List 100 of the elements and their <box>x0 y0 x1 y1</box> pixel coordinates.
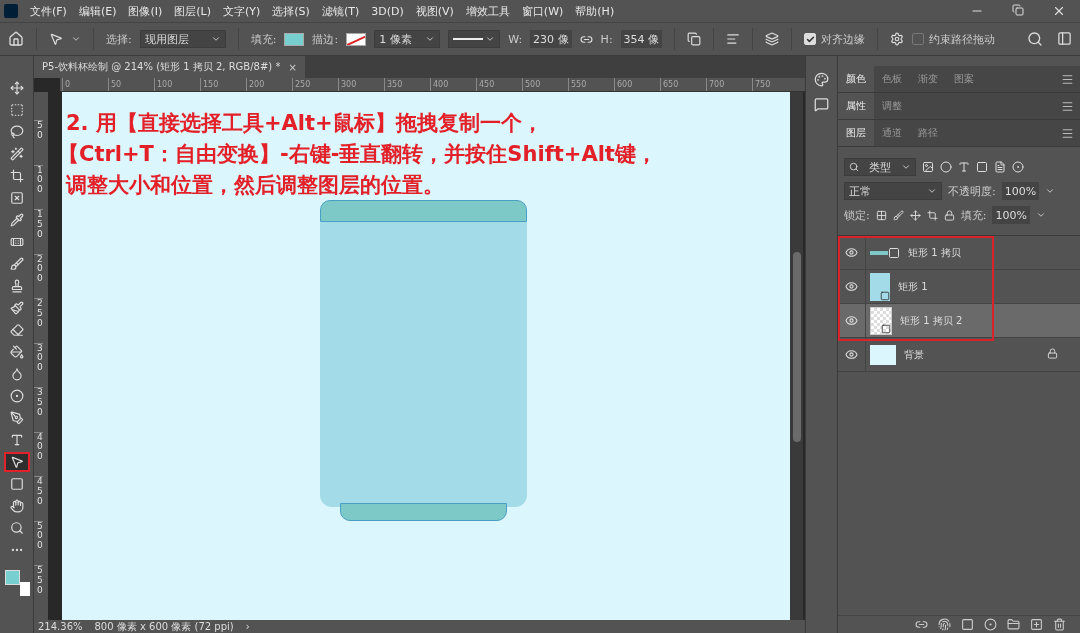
zoom-level: 214.36% <box>38 621 83 632</box>
menu-item[interactable]: 文件(F) <box>30 3 67 19</box>
opacity-field[interactable]: 100% <box>1001 182 1040 200</box>
layer-row[interactable]: 矩形 1 <box>838 270 1080 304</box>
line-style-dropdown[interactable] <box>448 30 501 48</box>
opacity-label: 不透明度: <box>948 183 996 199</box>
path-operations-icon <box>687 32 702 46</box>
caret-icon <box>210 34 221 44</box>
eyedropper-tool-icon <box>9 213 24 227</box>
width-field[interactable]: 230 像 <box>530 30 572 48</box>
align-edges-checkbox[interactable] <box>804 33 817 45</box>
scrollbar-thumb[interactable] <box>792 252 801 442</box>
panel-tab[interactable]: 颜色 <box>838 66 874 92</box>
layer-thumbnail <box>870 306 892 335</box>
stroke-width-dropdown[interactable]: 1 像素 <box>374 30 441 48</box>
layer-row[interactable]: 背景 <box>838 338 1080 372</box>
layer-filter-dropdown[interactable]: 类型 <box>844 158 916 176</box>
horizontal-ruler: 0 50 100 150 200 250 300 350 400 450 500 550 600 650 700 750 <box>60 78 805 92</box>
panel-tab[interactable]: 图案 <box>946 66 982 92</box>
caret-icon <box>485 34 496 44</box>
menu-item[interactable]: 图像(I) <box>128 3 163 19</box>
line-sample <box>453 38 484 40</box>
status-arrow[interactable]: › <box>245 621 250 632</box>
background-color-swatch[interactable] <box>19 582 30 596</box>
frame-tool-icon <box>9 191 24 205</box>
adjustment-filter-icon <box>940 161 952 173</box>
home-icon <box>8 31 24 47</box>
caret-icon <box>1035 210 1046 220</box>
select-label: 选择: <box>106 31 132 47</box>
bucket-tool-icon <box>9 345 24 359</box>
brush-tool-icon <box>9 257 24 271</box>
constrain-path-checkbox[interactable] <box>912 33 925 45</box>
workspace-icon <box>1057 31 1072 46</box>
link-icon <box>915 618 928 631</box>
panel-tab[interactable]: 属性 <box>838 93 874 119</box>
type-tool-icon <box>9 433 24 447</box>
menu-item[interactable]: 选择(S) <box>272 3 310 19</box>
lock-artboard-icon <box>926 209 938 221</box>
panel-tab[interactable]: 渐变 <box>910 66 946 92</box>
panel-tab[interactable]: 图层 <box>838 120 874 146</box>
quick-select-tool-icon <box>9 147 24 161</box>
constrain-path-label: 约束路径拖动 <box>929 31 996 47</box>
menu-item[interactable]: 图层(L) <box>174 3 211 19</box>
height-field[interactable]: 354 像 <box>620 30 663 48</box>
zoom-tool-icon <box>9 521 24 535</box>
eye-icon <box>845 280 858 293</box>
lock-icon <box>1047 347 1058 359</box>
pointer-icon <box>49 32 63 46</box>
document-tab[interactable]: P5-饮料杯绘制 @ 214% (矩形 1 拷贝 2, RGB/8#) * × <box>34 56 305 78</box>
layer-row[interactable]: 矩形 1 拷贝 2 <box>838 304 1080 338</box>
panel-menu-icon <box>1061 72 1074 86</box>
panel-menu-icon <box>1061 99 1074 113</box>
blend-mode-dropdown[interactable]: 正常 <box>844 182 942 200</box>
layer-name: 矩形 1 拷贝 2 <box>900 313 963 328</box>
layer-name: 矩形 1 拷贝 <box>908 245 961 260</box>
layer-thumbnail <box>870 246 900 259</box>
fill-swatch[interactable] <box>284 32 305 46</box>
select-dropdown[interactable]: 现用图层 <box>139 30 226 48</box>
folder-icon <box>1007 618 1020 631</box>
adjustment-icon <box>984 618 997 631</box>
fill-label: 填充: <box>250 31 277 47</box>
panel-tab[interactable]: 路径 <box>910 120 946 146</box>
lasso-tool-icon <box>9 125 24 139</box>
layer-name: 矩形 1 <box>898 279 928 294</box>
palette-icon <box>814 72 829 87</box>
search-icon <box>1027 31 1043 47</box>
fill-opacity-field[interactable]: 100% <box>992 206 1030 224</box>
vertical-ruler: 50 100 150 200 250 300 350 400 450 500 550 <box>34 92 48 620</box>
menu-item[interactable]: 滤镜(T) <box>321 3 360 19</box>
layer-thumbnail <box>870 272 890 301</box>
menu-item[interactable]: 文字(Y) <box>223 3 261 19</box>
eye-icon <box>845 348 858 361</box>
foreground-color-swatch[interactable] <box>4 570 20 585</box>
panel-tab[interactable]: 通道 <box>874 120 910 146</box>
tool-button[interactable] <box>3 452 30 472</box>
menu-item[interactable]: 3D(D) <box>371 4 404 18</box>
caret-icon <box>425 34 436 44</box>
menu-item[interactable]: 视图(V) <box>415 3 454 19</box>
menu-item[interactable]: 窗口(W) <box>521 3 564 19</box>
menu-item[interactable]: 编辑(E) <box>78 3 117 19</box>
panel-tab[interactable]: 调整 <box>874 93 910 119</box>
layer-row[interactable]: 矩形 1 拷贝 <box>838 236 1080 270</box>
caret-icon <box>901 162 911 172</box>
settings-icon <box>890 32 905 46</box>
document-size: 800 像素 x 600 像素 (72 ppi) <box>94 619 234 633</box>
menu-item[interactable]: 增效工具 <box>465 3 510 19</box>
eraser-tool-icon <box>9 323 24 337</box>
close-icon <box>1052 4 1066 18</box>
layer-name: 背景 <box>904 347 924 362</box>
lock-label: 锁定: <box>844 207 870 223</box>
stroke-swatch[interactable] <box>346 32 367 46</box>
caret-icon <box>1045 186 1056 196</box>
smart-object-filter-icon <box>994 161 1006 173</box>
layer-thumbnail <box>870 344 896 365</box>
menu-item[interactable]: 帮助(H) <box>575 3 615 19</box>
direct-select-tool-icon <box>9 455 24 469</box>
hand-tool-icon <box>9 499 24 513</box>
pen-tool-icon <box>9 411 24 425</box>
align-icon <box>726 32 741 46</box>
panel-tab[interactable]: 色板 <box>874 66 910 92</box>
